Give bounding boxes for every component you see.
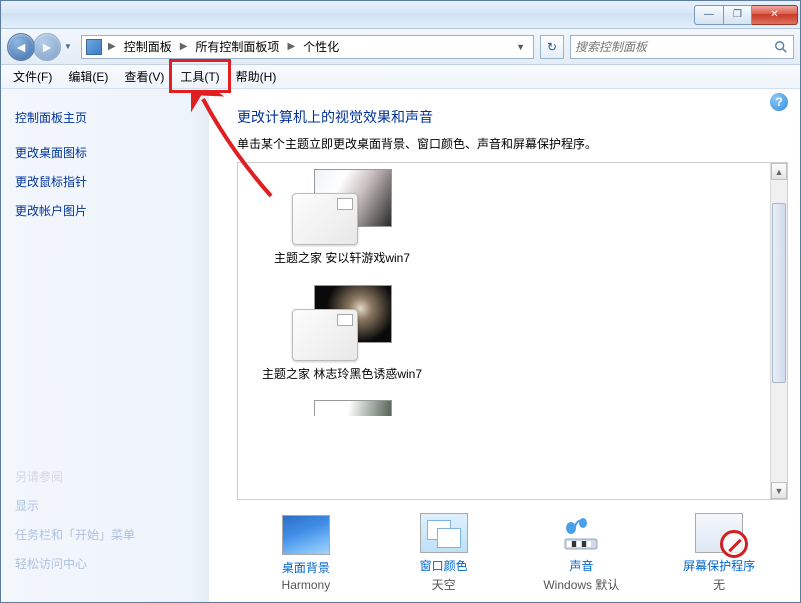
- theme-thumbnail: [292, 285, 392, 361]
- window-titlebar: — ❐ ✕: [1, 1, 800, 29]
- theme-title: 主题之家 林志玲黑色诱惑win7: [252, 367, 432, 383]
- back-button[interactable]: ◄: [7, 33, 35, 61]
- sidebar: 控制面板主页 更改桌面图标 更改鼠标指针 更改帐户图片 另请参阅 显示 任务栏和…: [1, 89, 209, 602]
- window-color-icon: [420, 513, 468, 553]
- page-subtext: 单击某个主题立即更改桌面背景、窗口颜色、声音和屏幕保护程序。: [237, 135, 788, 152]
- setting-value: 无: [659, 576, 779, 593]
- setting-sound[interactable]: 声音 Windows 默认: [521, 513, 641, 593]
- refresh-button[interactable]: ↻: [540, 35, 564, 59]
- menu-tools[interactable]: 工具(T): [172, 65, 227, 88]
- page-heading: 更改计算机上的视觉效果和声音: [237, 107, 788, 127]
- scroll-down-button[interactable]: ▼: [771, 482, 787, 499]
- setting-label: 桌面背景: [246, 559, 366, 576]
- sound-icon: [557, 513, 605, 553]
- theme-thumbnail: [292, 400, 392, 416]
- address-dropdown[interactable]: ▼: [512, 42, 529, 52]
- forward-button[interactable]: ►: [33, 33, 61, 61]
- theme-item[interactable]: 主题之家 林志玲黑色诱惑win7: [252, 285, 432, 383]
- setting-window-color[interactable]: 窗口颜色 天空: [384, 513, 504, 593]
- scroll-up-button[interactable]: ▲: [771, 163, 787, 180]
- theme-scroll-area[interactable]: 主题之家 安以轩游戏win7 主题之家 林志玲黑色诱惑win7: [238, 163, 787, 499]
- see-also-taskbar[interactable]: 任务栏和「开始」菜单: [15, 526, 195, 543]
- see-also-display[interactable]: 显示: [15, 497, 195, 514]
- sidebar-home-link[interactable]: 控制面板主页: [15, 109, 195, 126]
- theme-list-box: 主题之家 安以轩游戏win7 主题之家 林志玲黑色诱惑win7: [237, 162, 788, 500]
- search-icon[interactable]: [773, 39, 789, 55]
- nav-history-dropdown[interactable]: ▼: [61, 35, 75, 59]
- theme-item[interactable]: 主题之家 安以轩游戏win7: [252, 169, 432, 267]
- setting-label: 窗口颜色: [384, 557, 504, 574]
- theme-thumbnail: [292, 169, 392, 245]
- window-control-buttons: — ❐ ✕: [692, 5, 798, 25]
- theme-title: 主题之家 安以轩游戏win7: [252, 251, 432, 267]
- theme-item-partial[interactable]: [252, 400, 432, 416]
- setting-value: 天空: [384, 576, 504, 593]
- sidebar-link-mouse-pointers[interactable]: 更改鼠标指针: [15, 173, 195, 190]
- breadcrumb-separator: ▶: [106, 41, 118, 52]
- search-box[interactable]: [570, 35, 794, 59]
- setting-desktop-background[interactable]: 桌面背景 Harmony: [246, 515, 366, 592]
- maximize-button[interactable]: ❐: [724, 5, 752, 25]
- control-panel-window: — ❐ ✕ ◄ ► ▼ ▶ 控制面板 ▶ 所有控制面板项 ▶ 个性化 ▼ ↻: [0, 0, 801, 603]
- breadcrumb-separator: ▶: [285, 41, 297, 52]
- see-also-header: 另请参阅: [15, 468, 195, 485]
- control-panel-icon: [86, 39, 102, 55]
- address-row: ◄ ► ▼ ▶ 控制面板 ▶ 所有控制面板项 ▶ 个性化 ▼ ↻: [1, 29, 800, 65]
- address-bar[interactable]: ▶ 控制面板 ▶ 所有控制面板项 ▶ 个性化 ▼: [81, 35, 534, 59]
- scrollbar[interactable]: ▲ ▼: [770, 163, 787, 499]
- help-icon[interactable]: ?: [770, 93, 788, 111]
- close-button[interactable]: ✕: [752, 5, 798, 25]
- setting-value: Harmony: [246, 578, 366, 592]
- sidebar-see-also: 另请参阅 显示 任务栏和「开始」菜单 轻松访问中心: [15, 468, 195, 584]
- menu-help[interactable]: 帮助(H): [228, 65, 285, 88]
- menu-view[interactable]: 查看(V): [116, 65, 172, 88]
- search-input[interactable]: [575, 40, 773, 54]
- setting-screen-saver[interactable]: 屏幕保护程序 无: [659, 513, 779, 593]
- menu-edit[interactable]: 编辑(E): [60, 65, 116, 88]
- main-content: ? 更改计算机上的视觉效果和声音 单击某个主题立即更改桌面背景、窗口颜色、声音和…: [209, 89, 800, 602]
- setting-label: 声音: [521, 557, 641, 574]
- screensaver-icon: [695, 513, 743, 553]
- see-also-ease-of-access[interactable]: 轻松访问中心: [15, 555, 195, 572]
- desktop-background-icon: [282, 515, 330, 555]
- setting-value: Windows 默认: [521, 576, 641, 593]
- setting-label: 屏幕保护程序: [659, 557, 779, 574]
- breadcrumb-item[interactable]: 个性化: [301, 38, 341, 55]
- settings-row: 桌面背景 Harmony 窗口颜色 天空 声音 Windows 默认: [237, 500, 788, 596]
- minimize-button[interactable]: —: [694, 5, 724, 25]
- nav-buttons: ◄ ► ▼: [7, 33, 75, 61]
- sidebar-link-desktop-icons[interactable]: 更改桌面图标: [15, 144, 195, 161]
- scroll-thumb[interactable]: [772, 203, 786, 383]
- sidebar-link-account-picture[interactable]: 更改帐户图片: [15, 202, 195, 219]
- menu-file[interactable]: 文件(F): [5, 65, 60, 88]
- breadcrumb-item[interactable]: 控制面板: [122, 38, 174, 55]
- window-body: 控制面板主页 更改桌面图标 更改鼠标指针 更改帐户图片 另请参阅 显示 任务栏和…: [1, 89, 800, 602]
- breadcrumb-separator: ▶: [178, 41, 190, 52]
- breadcrumb-item[interactable]: 所有控制面板项: [193, 38, 281, 55]
- menu-bar: 文件(F) 编辑(E) 查看(V) 工具(T) 帮助(H): [1, 65, 800, 89]
